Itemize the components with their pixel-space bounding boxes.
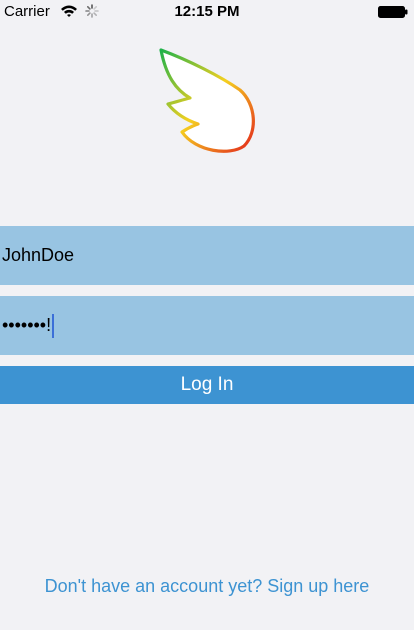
wing-logo-icon <box>159 48 255 153</box>
password-last-char: ! <box>46 315 52 335</box>
status-bar: Carrier 12:15 PM <box>0 0 414 24</box>
signup-link[interactable]: Don't have an account yet? Sign up here <box>0 576 414 597</box>
login-button[interactable]: Log In <box>0 366 414 404</box>
battery-icon <box>378 6 408 18</box>
status-time: 12:15 PM <box>174 3 240 20</box>
username-field[interactable]: JohnDoe <box>0 226 414 285</box>
password-field[interactable]: •••••••! <box>0 296 414 355</box>
username-value: JohnDoe <box>2 245 75 265</box>
text-caret <box>52 313 55 338</box>
password-masked-value: ••••••• <box>2 315 47 335</box>
